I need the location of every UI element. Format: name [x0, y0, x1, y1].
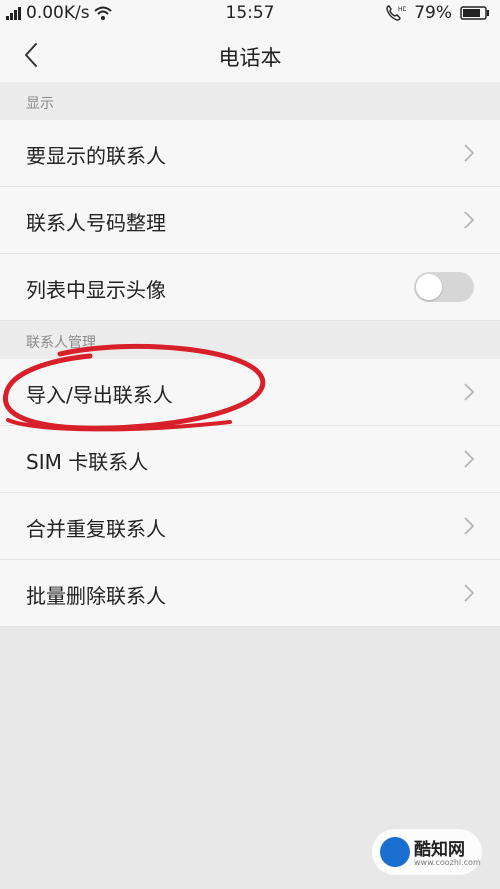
row-label: 合并重复联系人	[26, 517, 166, 541]
row-number-cleanup[interactable]: 联系人号码整理	[0, 187, 500, 254]
row-label: 列表中显示头像	[26, 278, 166, 302]
row-merge-duplicates[interactable]: 合并重复联系人	[0, 493, 500, 560]
nav-bar: 电话本	[0, 28, 500, 83]
row-label: 要显示的联系人	[26, 144, 166, 168]
row-label: 批量删除联系人	[26, 584, 166, 608]
watermark-text: 酷知网	[414, 840, 465, 860]
toggle-knob	[416, 274, 442, 300]
chevron-right-icon	[464, 144, 475, 162]
page-title: 电话本	[218, 46, 282, 70]
row-sim-contacts[interactable]: SIM 卡联系人	[0, 426, 500, 493]
watermark: 酷知网 www.coozhi.com	[372, 829, 482, 875]
row-label: 联系人号码整理	[26, 211, 166, 235]
battery-percent: 79%	[414, 3, 452, 23]
section-header-label: 显示	[26, 96, 54, 112]
watermark-logo-icon	[380, 837, 410, 867]
show-avatar-toggle[interactable]	[414, 272, 474, 302]
chevron-right-icon	[464, 383, 475, 401]
status-right: HD 79%	[386, 3, 490, 23]
section-header-display: 显示	[0, 82, 500, 120]
row-label: 导入/导出联系人	[26, 383, 173, 407]
hd-badge: HD	[398, 6, 406, 13]
status-bar: 0.00K/s 15:57 HD 79%	[0, 0, 500, 28]
chevron-right-icon	[464, 211, 475, 229]
section-header-label: 联系人管理	[26, 335, 96, 351]
row-visible-contacts[interactable]: 要显示的联系人	[0, 120, 500, 187]
row-import-export[interactable]: 导入/导出联系人	[0, 359, 500, 426]
battery-icon	[460, 6, 489, 20]
row-batch-delete[interactable]: 批量删除联系人	[0, 560, 500, 627]
row-show-avatar: 列表中显示头像	[0, 254, 500, 321]
chevron-right-icon	[464, 517, 475, 535]
chevron-right-icon	[464, 450, 475, 468]
hd-call-icon: HD	[386, 5, 406, 21]
watermark-url: www.coozhi.com	[414, 858, 481, 867]
row-label: SIM 卡联系人	[26, 450, 149, 474]
chevron-right-icon	[464, 584, 475, 602]
section-header-contact-management: 联系人管理	[0, 321, 500, 359]
